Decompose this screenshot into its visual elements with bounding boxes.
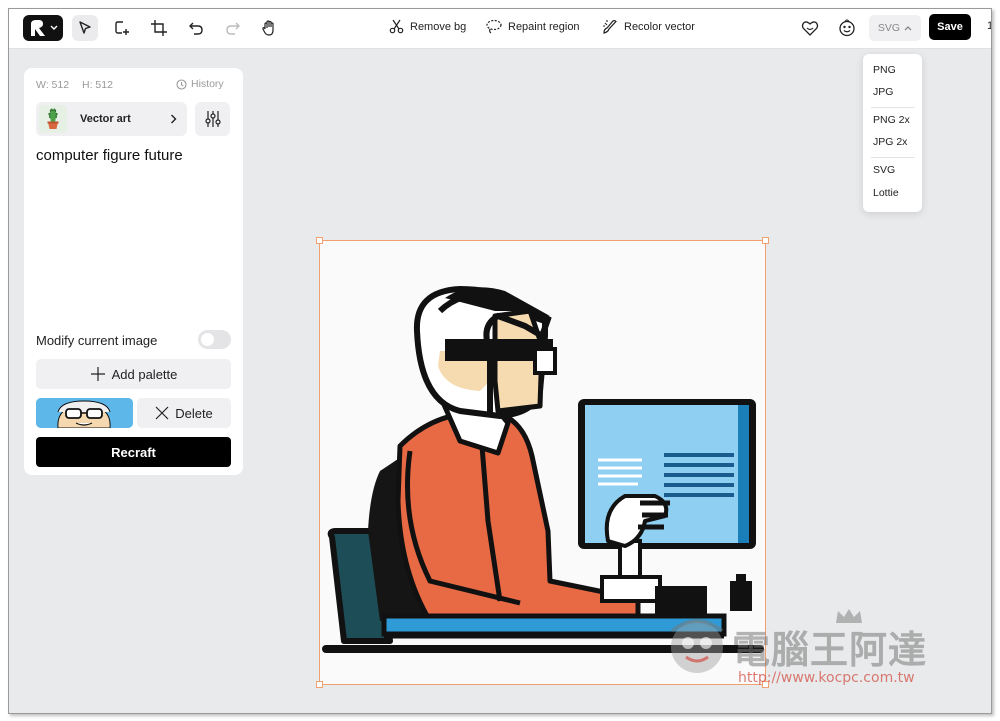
repaint-region-label: Repaint region <box>508 20 580 33</box>
menu-divider <box>871 107 915 108</box>
export-format-value: SVG <box>877 22 901 34</box>
resize-handle-bottom-left[interactable] <box>316 681 323 688</box>
palette-swatch[interactable] <box>36 398 133 428</box>
potted-plant-icon <box>47 108 59 129</box>
chevron-down-icon <box>50 25 58 30</box>
palette-thumbnail <box>36 398 133 428</box>
watermark-title: 電腦王阿達 <box>732 628 928 672</box>
hand-icon <box>262 20 274 36</box>
pointer-icon <box>79 21 91 34</box>
chevron-up-icon <box>904 26 912 31</box>
add-frame-button[interactable] <box>109 15 135 41</box>
heart-icon <box>801 21 819 36</box>
lasso-icon <box>486 19 502 34</box>
smiley-icon <box>839 19 855 37</box>
toolbar-overflow-text: 1 <box>987 20 991 32</box>
recolor-brush-icon <box>603 20 617 34</box>
menu-item-lottie[interactable]: Lottie <box>873 187 899 199</box>
chevron-right-icon <box>171 114 177 124</box>
export-format-menu: PNG JPG PNG 2x JPG 2x SVG Lottie <box>863 54 922 212</box>
undo-button[interactable] <box>183 15 209 41</box>
redo-button[interactable] <box>220 15 246 41</box>
app-logo-menu[interactable] <box>23 15 63 41</box>
history-button[interactable]: History <box>176 78 224 90</box>
menu-item-jpg[interactable]: JPG <box>873 86 893 98</box>
style-selector-button[interactable]: Vector art <box>36 102 187 136</box>
modify-current-image-toggle[interactable] <box>198 330 231 349</box>
toggle-knob <box>201 333 214 346</box>
app-window: Remove bg Repaint region Recolor vector … <box>8 8 992 714</box>
scissors-icon <box>389 19 404 34</box>
remove-bg-button[interactable]: Remove bg <box>389 19 466 34</box>
frame-add-icon <box>115 21 129 35</box>
repaint-region-button[interactable]: Repaint region <box>486 19 580 34</box>
hand-tool-button[interactable] <box>256 15 282 41</box>
crop-icon <box>151 20 167 36</box>
feedback-button[interactable] <box>834 15 860 41</box>
recolor-vector-button[interactable]: Recolor vector <box>602 19 695 35</box>
watermark-mascot-icon <box>670 619 724 673</box>
remove-bg-label: Remove bg <box>410 20 467 33</box>
add-palette-label: Add palette <box>111 366 178 382</box>
close-icon <box>155 406 169 420</box>
save-button[interactable]: Save <box>929 14 971 40</box>
plus-icon <box>90 367 105 381</box>
history-label: History <box>191 78 224 90</box>
export-format-select[interactable]: SVG <box>869 15 921 41</box>
menu-item-png[interactable]: PNG <box>873 64 896 76</box>
sliders-icon <box>204 111 221 127</box>
clock-icon <box>176 78 187 90</box>
crop-tool-button[interactable] <box>146 15 172 41</box>
height-label: H: 512 <box>82 79 113 91</box>
width-label: W: 512 <box>36 79 70 91</box>
delete-label: Delete <box>175 405 213 421</box>
resize-handle-top-right[interactable] <box>762 237 769 244</box>
favorite-button[interactable] <box>797 15 823 41</box>
settings-button[interactable] <box>195 102 230 136</box>
menu-item-svg[interactable]: SVG <box>873 164 895 176</box>
recolor-vector-label: Recolor vector <box>624 21 695 33</box>
menu-divider <box>871 157 915 158</box>
delete-button[interactable]: Delete <box>137 398 231 428</box>
menu-item-png-2x[interactable]: PNG 2x <box>873 114 910 126</box>
menu-item-jpg-2x[interactable]: JPG 2x <box>873 136 907 148</box>
recraft-button[interactable]: Recraft <box>36 437 231 467</box>
resize-handle-top-left[interactable] <box>316 237 323 244</box>
watermark-url: http://www.kocpc.com.tw <box>738 670 915 686</box>
add-palette-button[interactable]: Add palette <box>36 359 231 389</box>
modify-current-image-label: Modify current image <box>36 333 158 348</box>
select-tool-button[interactable] <box>72 15 98 41</box>
style-label: Vector art <box>80 113 131 125</box>
top-toolbar: Remove bg Repaint region Recolor vector … <box>9 9 991 49</box>
generation-panel: W: 512 H: 512 History Vector art compute… <box>24 68 243 475</box>
prompt-text[interactable]: computer figure future <box>36 147 183 164</box>
undo-icon <box>189 22 203 35</box>
watermark: 電腦王阿達 http://www.kocpc.com.tw <box>662 601 962 693</box>
recraft-logo-icon <box>31 20 45 36</box>
redo-icon <box>226 22 240 35</box>
style-thumbnail <box>39 105 67 133</box>
